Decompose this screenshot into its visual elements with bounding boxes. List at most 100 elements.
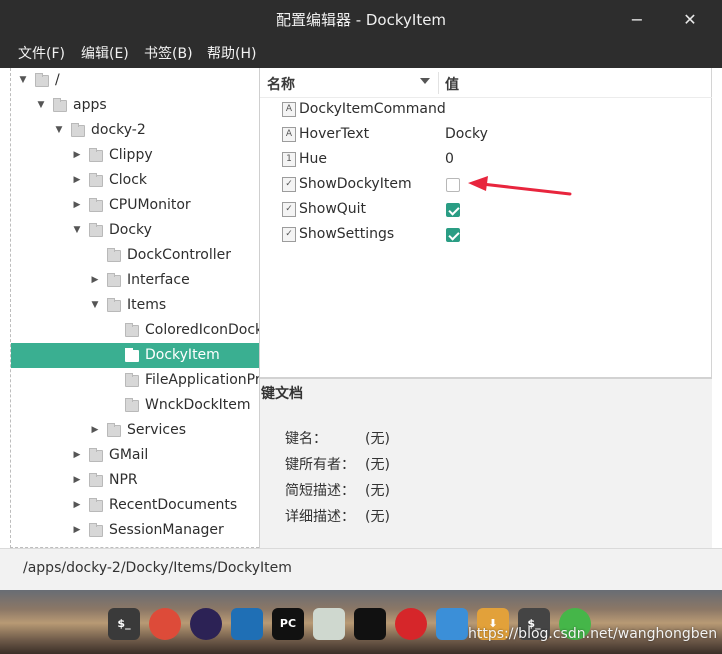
screenshot-icon[interactable] (436, 608, 468, 640)
folder-icon (89, 198, 103, 212)
tree-row[interactable]: DockyItem (11, 343, 259, 368)
expander-right-icon[interactable]: ▶ (71, 143, 83, 168)
expander-down-icon[interactable]: ▼ (17, 68, 29, 93)
doc-title: 键文档 (261, 386, 303, 402)
eclipse-icon[interactable] (190, 608, 222, 640)
expander-down-icon[interactable]: ▼ (35, 93, 47, 118)
expander-right-icon[interactable]: ▶ (71, 518, 83, 543)
expander-right-icon[interactable]: ▶ (89, 268, 101, 293)
tree-row[interactable]: ▶ RecentDocuments (11, 493, 259, 518)
tree-row[interactable]: ▶ NPR (11, 468, 259, 493)
folder-icon (89, 473, 103, 487)
qq-icon[interactable] (354, 608, 386, 640)
tree-row[interactable]: ▶ SessionManager (11, 518, 259, 543)
menu-bookmarks[interactable]: 书签(B) (144, 40, 193, 68)
tree-row-label: DockyItem (145, 347, 220, 363)
key-name: ShowDockyItem (299, 176, 412, 192)
tree-row[interactable]: ▼ apps (11, 93, 259, 118)
folder-icon (71, 123, 85, 137)
watermark-text: https://blog.csdn.net/wanghongben (468, 626, 718, 642)
tree-row[interactable]: ColoredIconDockIt (11, 318, 259, 343)
value-row[interactable]: A HoverText Docky (260, 122, 712, 147)
folder-icon (107, 273, 121, 287)
key-value[interactable]: Docky (445, 122, 488, 147)
column-value-header[interactable]: 值 (445, 74, 459, 94)
sort-down-icon[interactable] (420, 78, 430, 84)
key-name: ShowSettings (299, 226, 395, 242)
doc-key-name-value: (无) (365, 431, 390, 447)
string-type-icon: A (282, 102, 296, 117)
close-icon[interactable]: ✕ (680, 10, 700, 30)
tree-row[interactable]: ▼ docky-2 (11, 118, 259, 143)
values-list: 名称 值 A DockyItemCommand A HoverText Docky 1 Hu… (260, 68, 712, 378)
expander-right-icon[interactable]: ▶ (89, 418, 101, 443)
key-name: DockyItemCommand (299, 101, 446, 117)
value-checkbox[interactable] (446, 228, 460, 242)
folder-icon (107, 298, 121, 312)
menu-help[interactable]: 帮助(H) (207, 40, 256, 68)
tree-row[interactable]: ▼ Docky (11, 218, 259, 243)
value-checkbox[interactable] (446, 203, 460, 217)
key-value[interactable]: 0 (445, 147, 454, 172)
expander-down-icon[interactable]: ▼ (89, 293, 101, 318)
doc-long-desc-value: (无) (365, 509, 390, 525)
tree-row[interactable]: FileApplicationPro (11, 368, 259, 393)
folder-icon (89, 148, 103, 162)
tree-row-label: Services (127, 422, 187, 438)
value-row[interactable]: ✓ ShowSettings (260, 222, 712, 247)
key-documentation: 键文档 键名： (无) 键所有者： (无) 简短描述： (无) 详细描述： (无… (260, 379, 712, 548)
bool-type-icon: ✓ (282, 202, 296, 217)
wechat-icon[interactable] (313, 608, 345, 640)
tree-row[interactable]: ▶ Services (11, 418, 259, 443)
column-name-header[interactable]: 名称 (267, 74, 295, 94)
title-bar: 配置编辑器 - DockyItem − ✕ (0, 0, 722, 40)
menu-file[interactable]: 文件(F) (18, 40, 65, 68)
minimize-icon[interactable]: − (627, 10, 647, 30)
tree-row[interactable]: ▶ Clippy (11, 143, 259, 168)
doc-short-desc-label: 简短描述： (285, 483, 355, 499)
value-row[interactable]: A DockyItemCommand (260, 97, 712, 122)
bool-type-icon: ✓ (282, 227, 296, 242)
tree-row[interactable]: DockController (11, 243, 259, 268)
tree-row[interactable]: ▶ Clock (11, 168, 259, 193)
value-row[interactable]: 1 Hue 0 (260, 147, 712, 172)
key-tree: ▼ / ▼ apps ▼ docky-2 ▶ Clippy ▶ Clock ▶ CPUMonitor ▼… (10, 68, 259, 548)
tree-row-label: docky-2 (91, 122, 146, 138)
tree-row-label: / (55, 72, 60, 88)
tree-row-label: Clock (109, 172, 148, 188)
tree-row-label: Items (127, 297, 167, 313)
tree-row[interactable]: ▼ / (11, 68, 259, 93)
expander-right-icon[interactable]: ▶ (71, 168, 83, 193)
tree-row[interactable]: ▼ Items (11, 293, 259, 318)
values-header: 名称 值 (260, 68, 712, 98)
key-name: HoverText (299, 126, 370, 142)
tree-row-label: NPR (109, 472, 138, 488)
expander-down-icon[interactable]: ▼ (71, 218, 83, 243)
column-divider[interactable] (438, 72, 439, 94)
folder-icon (89, 173, 103, 187)
key-name: ShowQuit (299, 201, 367, 217)
tree-row[interactable]: ▶ Interface (11, 268, 259, 293)
terminal-icon[interactable]: $_ (108, 608, 140, 640)
tree-row[interactable]: WnckDockItem (11, 393, 259, 418)
value-checkbox[interactable] (446, 178, 460, 192)
expander-down-icon[interactable]: ▼ (53, 118, 65, 143)
pycharm-icon[interactable]: PC (272, 608, 304, 640)
netease-music-icon[interactable] (395, 608, 427, 640)
chrome-icon[interactable] (149, 608, 181, 640)
folder-icon (125, 398, 139, 412)
expander-right-icon[interactable]: ▶ (71, 493, 83, 518)
folder-icon (125, 323, 139, 337)
expander-right-icon[interactable]: ▶ (71, 468, 83, 493)
tree-row[interactable]: ▶ CPUMonitor (11, 193, 259, 218)
folder-icon (89, 448, 103, 462)
vscode-icon[interactable] (231, 608, 263, 640)
tree-row-label: apps (73, 97, 107, 113)
tree-row-label: WnckDockItem (145, 397, 251, 413)
config-editor-window: 配置编辑器 - DockyItem − ✕ 文件(F) 编辑(E) 书签(B) … (0, 0, 722, 590)
menu-edit[interactable]: 编辑(E) (81, 40, 129, 68)
tree-row[interactable]: ▶ GMail (11, 443, 259, 468)
expander-right-icon[interactable]: ▶ (71, 443, 83, 468)
expander-right-icon[interactable]: ▶ (71, 193, 83, 218)
tree-row-label: ColoredIconDockIt (145, 322, 259, 338)
